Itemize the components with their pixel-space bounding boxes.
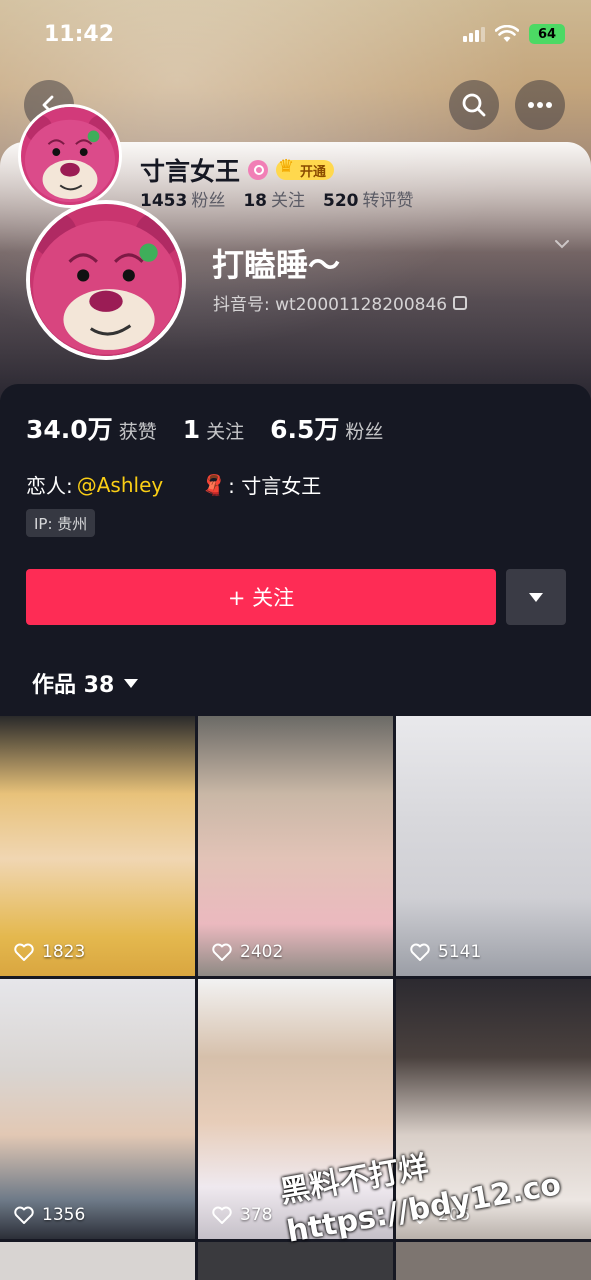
video-likes: 378 [212,1205,272,1225]
open-badge[interactable]: ♛ 开通 [276,156,335,180]
compact-stats: 1453 粉丝 18 关注 520 转评赞 [140,186,414,211]
douyin-id-text: 抖音号: wt20001128200846 [213,295,448,315]
tab-works-label: 作品 38 [32,673,115,698]
tab-works[interactable]: 作品 38 [32,667,139,699]
video-likes: 2402 [212,942,283,962]
video-thumbnail[interactable]: 1823 [0,716,195,976]
more-icon [528,102,552,108]
caret-down-icon [529,592,543,602]
ip-location-tag: IP: 贵州 [26,509,96,537]
bio-mention-link[interactable]: @Ashley [77,473,163,497]
compact-reposts[interactable]: 520 转评赞 [323,186,414,211]
compact-following-value: 18 [243,191,267,211]
compact-followers[interactable]: 1453 粉丝 [140,186,225,211]
video-likes-count: 5141 [438,942,482,962]
video-thumbnail[interactable]: 2402 [198,716,393,976]
heart-icon [14,943,34,961]
more-options-dropdown-button[interactable] [506,569,566,625]
compact-reposts-label: 转评赞 [362,191,414,211]
video-likes: 1356 [14,1205,85,1225]
compact-username-text: 寸言女王 [140,157,241,186]
video-likes-count: 2402 [240,942,284,962]
stat-following[interactable]: 1 关注 [183,415,244,444]
stat-followers-label: 粉丝 [345,421,384,443]
video-likes-count: 1823 [42,942,86,962]
status-time: 11:42 [44,22,115,47]
video-likes: 1823 [14,942,85,962]
video-thumbnail[interactable] [396,1242,591,1280]
video-thumbnail[interactable]: 1356 [0,979,195,1239]
heart-icon [14,1206,34,1224]
profile-stats: 34.0万 获赞 1 关注 6.5万 粉丝 [26,410,383,446]
follow-button[interactable]: + 关注 [26,569,496,625]
lotso-bear-avatar-large [30,204,182,356]
stat-following-value: 1 [182,415,201,444]
video-thumbnail[interactable] [0,1242,195,1280]
copy-icon[interactable] [453,295,468,310]
bio-partner: : 寸言女王 [228,474,322,498]
compact-followers-value: 1453 [140,191,188,211]
compact-followers-label: 粉丝 [191,191,226,211]
stat-followers-value: 6.5万 [270,415,340,444]
video-likes: 5141 [410,942,481,962]
compact-following-label: 关注 [271,191,305,211]
caret-down-icon [124,678,139,688]
battery-icon: 64 [529,24,565,44]
profile-bio: 恋人: @Ashley 🧣 : 寸言女王 [26,470,321,499]
profile-nickname: 打瞌睡～ [212,246,341,284]
video-likes-count: 378 [240,1205,273,1225]
search-button[interactable] [449,80,499,130]
more-button[interactable] [515,80,565,130]
stat-likes-value: 34.0万 [26,415,113,444]
compact-username: 寸言女王 ♛ 开通 [140,152,335,188]
stat-following-label: 关注 [206,421,245,443]
bio-prefix: 恋人: [26,474,73,498]
profile-avatar[interactable] [26,200,186,360]
scarf-icon: 🧣 [201,472,227,497]
lotso-bear-avatar [21,107,119,205]
wifi-icon [495,25,519,42]
crown-icon: ♛ [278,156,295,177]
status-icons: 64 [463,24,565,44]
video-thumbnail[interactable]: 5141 [396,716,591,976]
stat-likes[interactable]: 34.0万 获赞 [26,410,157,446]
douyin-id[interactable]: 抖音号: wt20001128200846 [213,290,468,315]
chevron-down-icon[interactable] [553,235,571,253]
compact-reposts-value: 520 [323,191,359,211]
heart-icon [212,943,232,961]
open-badge-label: 开通 [300,164,327,180]
heart-icon [212,1206,232,1224]
compact-following[interactable]: 18 关注 [243,186,305,211]
stat-likes-label: 获赞 [118,421,157,443]
compact-avatar[interactable] [18,104,122,208]
signal-icon [463,26,485,42]
search-badge-icon [248,160,269,180]
heart-icon [410,943,430,961]
search-icon [462,93,486,117]
status-bar: 11:42 64 [0,0,591,70]
profile-info-panel: 34.0万 获赞 1 关注 6.5万 粉丝 恋人: @Ashley 🧣 : 寸言女王 … [0,384,591,716]
video-likes-count: 1356 [42,1205,86,1225]
stat-followers[interactable]: 6.5万 粉丝 [270,410,383,446]
